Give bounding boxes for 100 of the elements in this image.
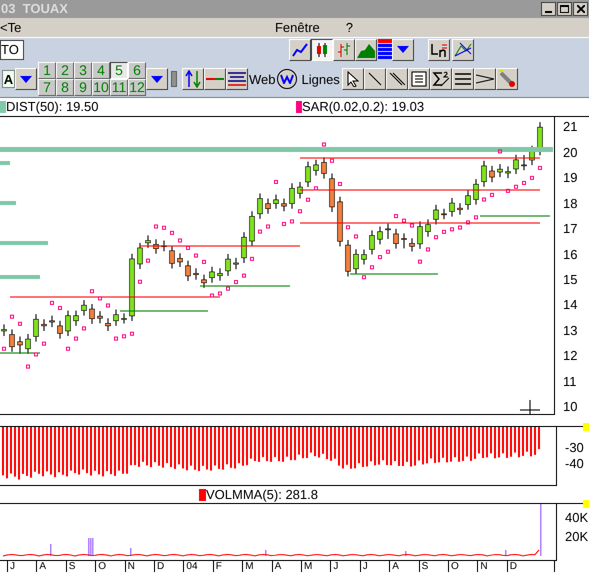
indicator-button[interactable] <box>452 38 474 61</box>
close-button[interactable] <box>573 2 588 16</box>
candle <box>465 190 471 210</box>
fan-tool-button[interactable] <box>474 68 496 90</box>
period-button[interactable]: 5 <box>110 62 128 80</box>
dropdown-button[interactable] <box>146 68 168 90</box>
period-button[interactable]: 11 <box>110 79 128 96</box>
maximize-icon <box>560 5 569 13</box>
candle <box>377 226 383 245</box>
legend-label: SAR(0.02,0.2): 19.03 <box>302 98 424 116</box>
line-color-button[interactable] <box>204 68 226 90</box>
caret-icon <box>151 76 163 83</box>
candle <box>249 210 255 247</box>
period-button[interactable]: 1 <box>38 62 56 80</box>
period-button[interactable]: 9 <box>74 79 92 96</box>
period-button[interactable]: 3 <box>74 62 92 80</box>
candle <box>273 194 279 210</box>
crosshair-icon <box>520 400 540 415</box>
volume-axis-label: 40K <box>565 511 588 525</box>
chart-type-button[interactable] <box>311 38 333 61</box>
candle <box>185 260 191 282</box>
stacked-lines-icon <box>228 72 246 86</box>
candle <box>89 303 95 324</box>
month-label: D <box>506 561 518 572</box>
period-button[interactable]: 12 <box>128 79 146 96</box>
candle <box>9 328 15 352</box>
price-axis-label: 10 <box>563 400 578 414</box>
period-button[interactable]: 2 <box>56 62 74 80</box>
price-axis-label: 14 <box>563 298 578 312</box>
candle <box>121 312 127 324</box>
month-label: M <box>242 561 254 572</box>
candle <box>145 234 151 248</box>
period-button[interactable]: 10 <box>92 79 110 96</box>
candle <box>49 315 55 328</box>
candle <box>361 248 367 265</box>
candle <box>409 238 415 252</box>
month-label: J <box>7 561 15 572</box>
parallel-lines-button[interactable] <box>386 68 408 90</box>
price-axis-label: 21 <box>563 120 578 134</box>
font-style-box[interactable]: A <box>2 70 15 88</box>
log-scale-button[interactable] <box>428 38 450 61</box>
lines-button[interactable] <box>226 68 248 90</box>
candle <box>265 198 271 214</box>
pointer-icon <box>346 71 359 88</box>
fibonacci-tool-button[interactable] <box>430 68 452 90</box>
legend-label: VOLMMA(5): 281.8 <box>206 486 318 504</box>
candle <box>73 310 79 326</box>
text-note-icon <box>410 71 427 88</box>
eraser-icon <box>498 70 516 88</box>
period-button[interactable]: 4 <box>92 62 110 80</box>
maximize-button[interactable] <box>557 2 572 16</box>
menu-item[interactable]: <Te <box>0 18 22 38</box>
period-button[interactable]: 6 <box>128 62 146 80</box>
candle <box>113 309 119 326</box>
menu-item[interactable]: ? <box>346 18 353 38</box>
month-label: N <box>477 561 488 572</box>
panel-handle-icon[interactable] <box>583 500 589 508</box>
month-label: A <box>389 561 399 572</box>
panel-handle-icon[interactable] <box>583 423 589 431</box>
web-button[interactable] <box>276 69 296 90</box>
candle <box>417 220 423 250</box>
erase-tool-button[interactable] <box>496 68 518 90</box>
text-tool-button[interactable] <box>408 68 430 90</box>
horizontal-lines-button[interactable] <box>452 68 474 90</box>
candle <box>449 198 455 218</box>
candle <box>209 266 215 284</box>
dropdown-button[interactable] <box>15 68 37 90</box>
period-button[interactable]: 7 <box>38 79 56 96</box>
price-axis-label: 12 <box>563 349 578 364</box>
sort-button[interactable] <box>182 68 204 90</box>
month-label: S <box>418 561 428 572</box>
candle <box>105 318 111 332</box>
candle <box>217 268 223 282</box>
lines-label: Lignes <box>302 70 340 89</box>
price-axis-label: 18 <box>563 196 578 211</box>
month-label: S <box>66 561 76 572</box>
candle <box>441 208 447 220</box>
candle <box>257 192 263 220</box>
candle <box>513 154 519 175</box>
separator-handle[interactable] <box>171 71 177 88</box>
month-label: O <box>95 561 106 572</box>
price-axis-label: 19 <box>563 171 578 186</box>
candle <box>281 198 287 212</box>
caret-icon <box>20 76 32 83</box>
minimize-button[interactable] <box>541 2 556 16</box>
candle <box>289 182 295 210</box>
candle <box>481 160 487 188</box>
caret-icon <box>397 46 409 54</box>
candle <box>17 336 23 354</box>
period-button[interactable]: 8 <box>56 79 74 96</box>
menu-item[interactable]: Fenêtre <box>274 18 320 38</box>
dropdown-button[interactable] <box>392 38 414 61</box>
line-tool-button[interactable] <box>364 68 386 90</box>
candle <box>57 320 63 340</box>
diagonal-line-icon <box>368 72 382 86</box>
pointer-tool-button[interactable] <box>342 68 364 90</box>
volume-axis-label: 20K <box>565 530 588 544</box>
symbol-field[interactable]: TO <box>0 40 24 60</box>
price-axis-label: 11 <box>563 374 576 389</box>
candle <box>81 300 87 316</box>
